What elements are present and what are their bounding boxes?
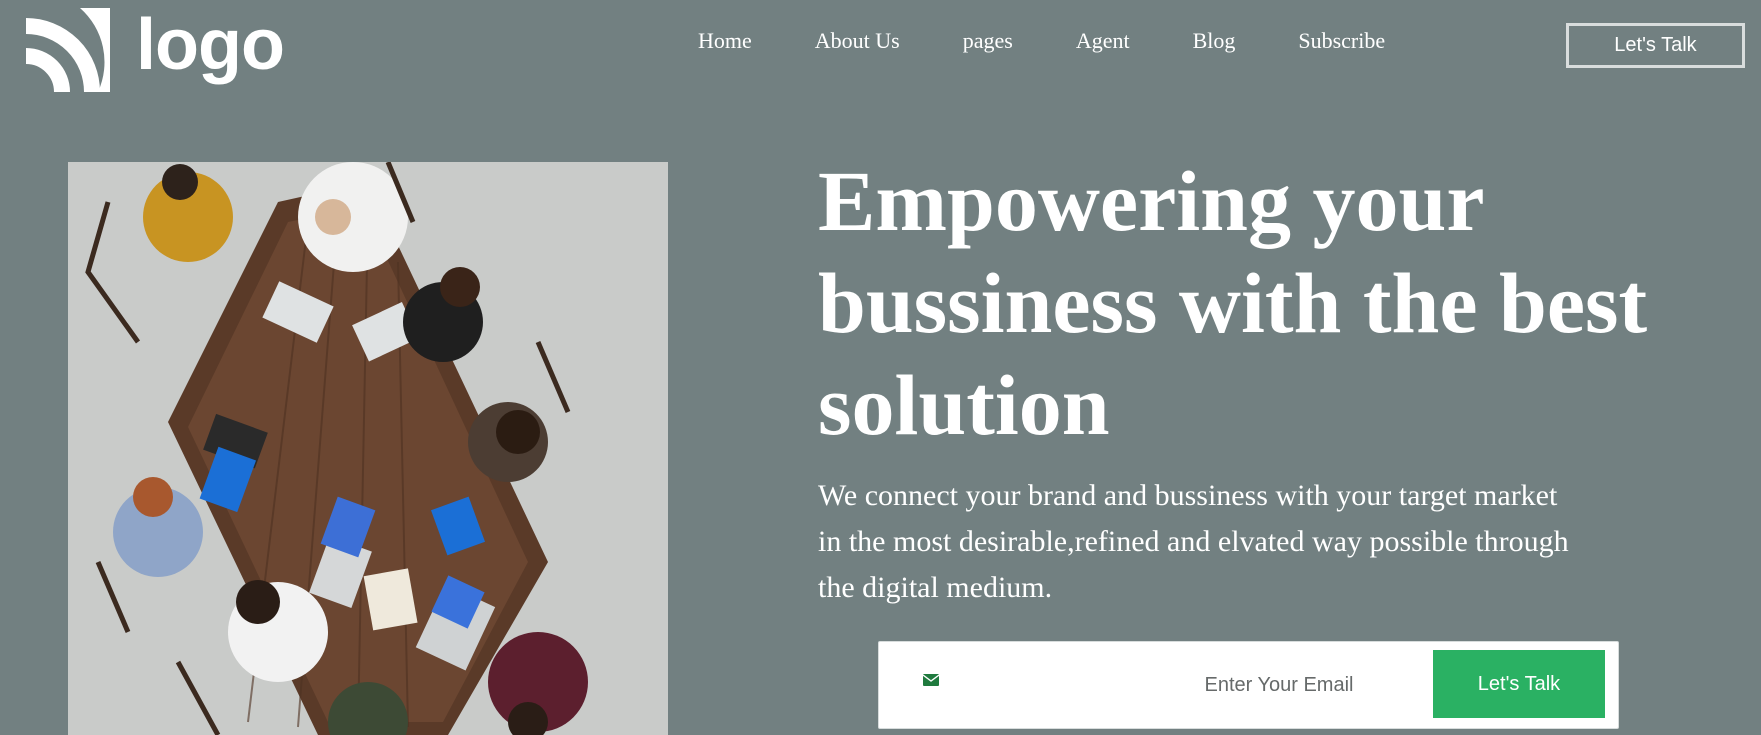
email-form: Let's Talk — [878, 641, 1619, 729]
lets-talk-submit-button[interactable]: Let's Talk — [1433, 650, 1605, 718]
nav-about-us[interactable]: About Us — [815, 28, 900, 54]
lets-talk-header-button[interactable]: Let's Talk — [1566, 23, 1745, 68]
nav-agent[interactable]: Agent — [1076, 28, 1130, 54]
team-meeting-photo — [68, 162, 668, 735]
page: logo Home About Us pages Agent Blog Subs… — [0, 0, 1761, 735]
logo-text: logo — [136, 5, 285, 85]
nav-home[interactable]: Home — [698, 28, 752, 54]
logo-icon — [25, 8, 110, 92]
hero-headline: Empowering your bussiness with the best … — [818, 153, 1648, 453]
nav-blog[interactable]: Blog — [1193, 28, 1236, 54]
hero-subtext: We connect your brand and bussiness with… — [818, 479, 1569, 604]
nav-subscribe[interactable]: Subscribe — [1298, 28, 1385, 54]
envelope-icon — [923, 674, 939, 686]
hero-image — [68, 162, 668, 735]
nav-pages[interactable]: pages — [963, 28, 1013, 54]
main-nav: Home About Us pages Agent Blog Subscribe — [698, 28, 1385, 54]
logo[interactable]: logo — [22, 4, 285, 92]
